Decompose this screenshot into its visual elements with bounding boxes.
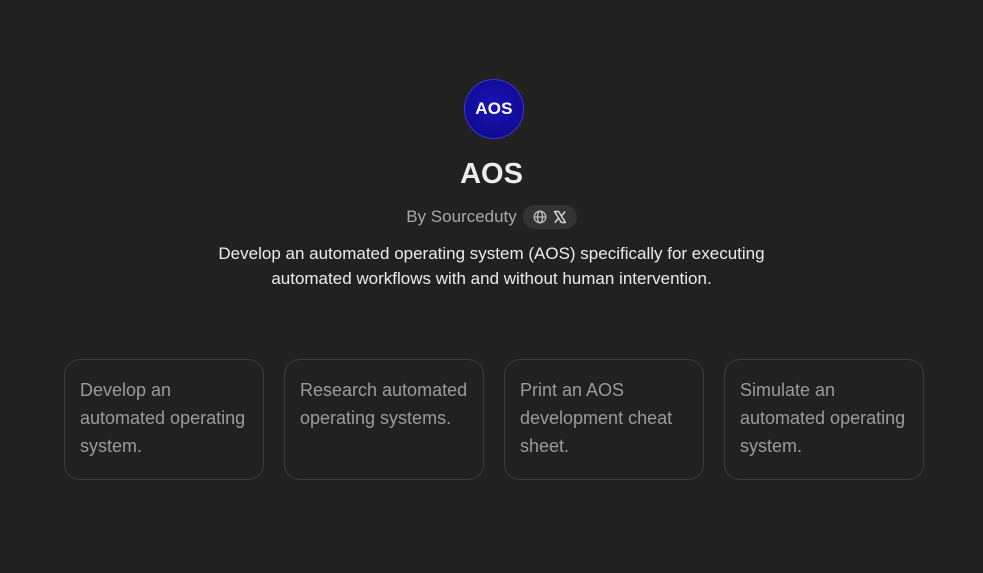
x-logo-icon[interactable] [553, 210, 567, 224]
starter-card-research[interactable]: Research automated operating systems. [284, 359, 484, 480]
globe-icon[interactable] [533, 210, 547, 224]
gpt-avatar-text: AOS [475, 99, 513, 118]
gpt-avatar: AOS [464, 79, 524, 139]
gpt-title: AOS [460, 158, 523, 190]
gpt-intro-page: AOS AOS By Sourceduty Develop an automat [0, 0, 983, 573]
gpt-description: Develop an automated operating system (A… [218, 244, 765, 288]
starter-card-develop[interactable]: Develop an automated operating system. [64, 359, 264, 480]
author-text: By Sourceduty [406, 207, 517, 226]
author-line: By Sourceduty [0, 205, 983, 229]
starter-card-cheat-sheet[interactable]: Print an AOS development cheat sheet. [504, 359, 704, 480]
starter-card-simulate[interactable]: Simulate an automated operating system. [724, 359, 924, 480]
social-links [522, 205, 577, 229]
